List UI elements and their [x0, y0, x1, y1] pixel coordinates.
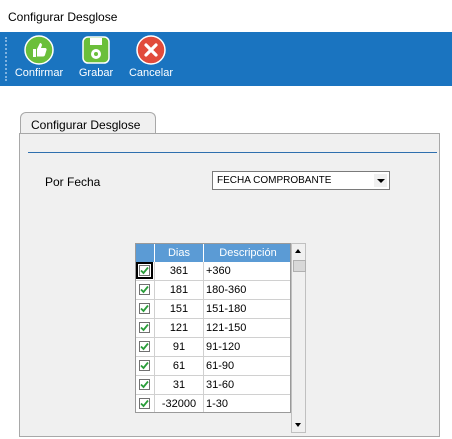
cell-descripcion: 180-360	[206, 284, 247, 296]
fecha-dropdown-value: FECHA COMPROBANTE	[217, 175, 332, 186]
window-title: Configurar Desglose	[8, 10, 118, 24]
checkmark-icon	[140, 304, 149, 313]
cell-dias: 61	[155, 357, 204, 375]
row-checkbox[interactable]	[139, 341, 150, 352]
row-check-cell	[136, 395, 155, 412]
table-row[interactable]: 61 61-90	[136, 357, 290, 376]
checkmark-icon	[140, 285, 149, 294]
row-checkbox[interactable]	[139, 303, 150, 314]
header-dias[interactable]: Dias	[155, 244, 204, 262]
header-descripcion[interactable]: Descripción	[204, 244, 290, 262]
row-checkbox[interactable]	[139, 398, 150, 409]
floppy-disk-icon	[82, 36, 110, 64]
header-check-column[interactable]	[136, 244, 155, 262]
table-row[interactable]: 181 180-360	[136, 281, 290, 300]
checkmark-icon	[140, 266, 149, 275]
row-checkbox[interactable]	[139, 284, 150, 295]
row-check-cell	[136, 262, 155, 280]
cancel-button[interactable]: Cancelar	[126, 35, 176, 85]
cell-descripcion: 91-120	[206, 341, 241, 353]
confirm-button-label: Confirmar	[14, 67, 64, 79]
row-check-cell	[136, 281, 155, 299]
save-button[interactable]: Grabar	[74, 35, 118, 85]
toolbar-grip[interactable]	[5, 37, 10, 81]
row-checkbox[interactable]	[139, 360, 150, 371]
table-row[interactable]: 31 31-60	[136, 376, 290, 395]
toolbar: Confirmar Grabar Cancelar	[0, 32, 452, 86]
table-row[interactable]: 361 +360	[136, 262, 290, 281]
cell-dias: 181	[155, 281, 204, 299]
grid-scrollbar[interactable]	[291, 243, 306, 433]
cancel-x-icon	[136, 35, 166, 65]
cell-descripcion: 151-180	[206, 303, 247, 315]
confirm-button[interactable]: Confirmar	[12, 35, 66, 85]
tab-panel: Por Fecha FECHA COMPROBANTE Dias Descrip…	[19, 133, 440, 437]
cell-dias: -32000	[155, 395, 204, 412]
chevron-down-icon[interactable]	[374, 174, 387, 187]
table-row[interactable]: 91 91-120	[136, 338, 290, 357]
cell-descripcion: 31-60	[206, 379, 235, 391]
panel-divider	[28, 152, 437, 153]
row-check-cell	[136, 357, 155, 375]
cell-dias: 121	[155, 319, 204, 337]
cell-dias: 361	[155, 262, 204, 280]
row-checkbox[interactable]	[139, 379, 150, 390]
tab-configurar-desglose[interactable]: Configurar Desglose	[20, 112, 156, 135]
cell-descripcion: 121-150	[206, 322, 247, 334]
row-check-cell	[136, 376, 155, 394]
por-fecha-label: Por Fecha	[45, 175, 101, 189]
table-row[interactable]: -32000 1-30	[136, 395, 290, 412]
scroll-up-arrow-icon[interactable]	[292, 244, 305, 258]
cell-descripcion: +360	[206, 265, 231, 277]
cell-descripcion: 1-30	[206, 398, 229, 410]
cell-dias: 91	[155, 338, 204, 356]
checkmark-icon	[140, 399, 149, 408]
row-checkbox[interactable]	[136, 262, 153, 279]
cell-dias: 31	[155, 376, 204, 394]
scroll-down-arrow-icon[interactable]	[292, 418, 305, 432]
table-row[interactable]: 151 151-180	[136, 300, 290, 319]
save-button-label: Grabar	[78, 67, 114, 79]
thumbs-up-icon	[24, 35, 54, 65]
checkmark-icon	[140, 361, 149, 370]
cancel-button-label: Cancelar	[128, 67, 174, 79]
checkmark-icon	[140, 380, 149, 389]
cell-descripcion: 61-90	[206, 360, 235, 372]
grid-header: Dias Descripción	[136, 244, 290, 262]
title-bar: Configurar Desglose	[0, 0, 452, 32]
row-check-cell	[136, 338, 155, 356]
table-row[interactable]: 121 121-150	[136, 319, 290, 338]
fecha-dropdown[interactable]: FECHA COMPROBANTE	[212, 171, 390, 190]
cell-dias: 151	[155, 300, 204, 318]
desglose-grid: Dias Descripción 361 +360 181 180-360 151 151…	[135, 243, 291, 413]
row-check-cell	[136, 300, 155, 318]
checkmark-icon	[140, 323, 149, 332]
scroll-thumb[interactable]	[293, 260, 306, 272]
row-checkbox[interactable]	[139, 322, 150, 333]
checkmark-icon	[140, 342, 149, 351]
tab-label: Configurar Desglose	[31, 118, 141, 132]
row-check-cell	[136, 319, 155, 337]
